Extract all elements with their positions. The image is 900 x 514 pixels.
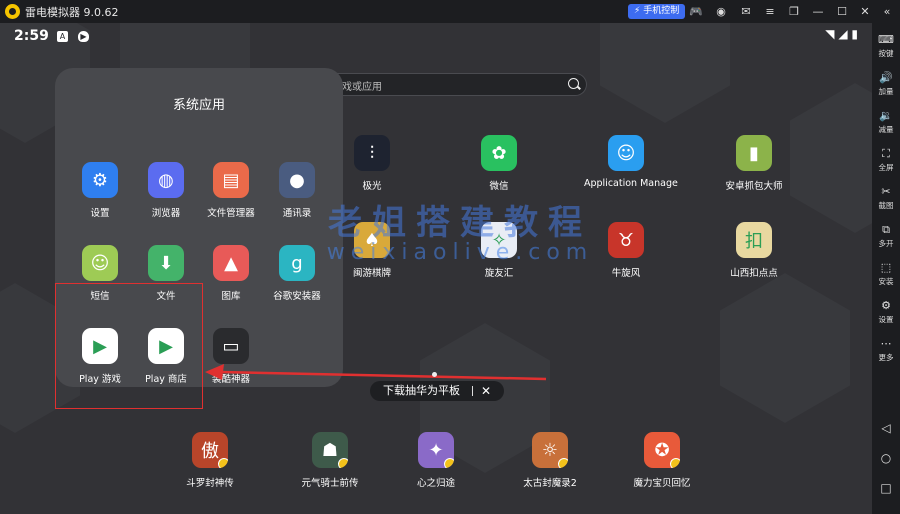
sidebar-item-label: 更多 [878,353,894,362]
dock-app[interactable]: ☼ 太古封魔录2 [508,432,592,489]
taigu-icon: ☼ [532,432,568,468]
volume-up-icon: 🔊 [879,71,893,84]
volume-down-icon: 🔉 [879,109,893,122]
keyboard-icon: ⌨ [878,33,894,46]
dock-app-label: 魔力宝贝回忆 [633,478,691,489]
tooltip-close-icon[interactable]: ✕ [481,381,491,401]
dock-app-label: 心之归途 [416,478,455,489]
dock-app-label: 太古封魔录2 [523,478,577,489]
back-nav-icon[interactable]: ◁ [872,421,900,435]
sidebar-item-label: 减量 [878,125,894,134]
sidebar-item-label: 设置 [878,315,894,324]
sidebar-item-volume-down[interactable]: 🔉 减量 [872,109,900,135]
sidebar-item-label: 全屏 [878,163,894,172]
dock-app-label: 元气骑士前传 [301,478,359,489]
sidebar-item-volume-up[interactable]: 🔊 加量 [872,71,900,97]
sidebar-item-apk[interactable]: ⬚ 安装 [872,261,900,287]
home-nav-icon[interactable]: ○ [872,451,900,465]
gear-icon: ⚙ [881,299,891,312]
sidebar-item-label: 多开 [878,239,894,248]
sidebar-item-label: 加量 [878,87,894,96]
sidebar-item-label: 按键 [878,49,894,58]
scissors-icon: ✂ [881,185,891,198]
download-badge-icon [558,458,568,468]
download-badge-icon [670,458,680,468]
apk-icon: ⬚ [880,261,892,274]
dock-app[interactable]: ✪ 魔力宝贝回忆 [620,432,704,489]
heart-path-icon: ✦ [418,432,454,468]
recents-nav-icon[interactable]: □ [872,481,900,495]
dock-app[interactable]: ☗ 元气骑士前传 [288,432,372,489]
promo-tooltip[interactable]: 下载抽华为平板 ✕ [370,381,504,401]
douluo-icon: 傲 [192,432,228,468]
sidebar-item-gear[interactable]: ⚙ 设置 [872,299,900,325]
dock-app[interactable]: ✦ 心之归途 [394,432,478,489]
magic-baby-icon: ✪ [644,432,680,468]
sidebar-item-keyboard[interactable]: ⌨ 按键 [872,33,900,59]
tooltip-divider [472,386,473,396]
fullscreen-icon: ⛶ [882,147,890,160]
soul-knight-icon: ☗ [312,432,348,468]
more-icon: ⋯ [880,337,892,350]
sidebar-item-label: 截图 [878,201,894,210]
tooltip-text: 下载抽华为平板 [383,384,460,397]
sidebar-item-fullscreen[interactable]: ⛶ 全屏 [872,147,900,173]
multi-instance-icon: ⧉ [882,223,890,236]
sidebar-item-scissors[interactable]: ✂ 截图 [872,185,900,211]
sidebar-item-label: 安装 [878,277,894,286]
download-badge-icon [218,458,228,468]
download-badge-icon [444,458,454,468]
sidebar-item-multi-instance[interactable]: ⧉ 多开 [872,223,900,249]
dock-app[interactable]: 傲斗罗封神传 [168,432,252,489]
download-badge-icon [338,458,348,468]
dock-app-label: 斗罗封神传 [186,478,234,489]
right-toolbar: ⌨ 按键 🔊 加量 🔉 减量 ⛶ 全屏 ✂ 截图 ⧉ 多开 ⬚ 安装 ⚙ 设置 ⋯ 更多 ◁ ○ □ [872,23,900,514]
page-indicator [432,372,437,377]
sidebar-item-more[interactable]: ⋯ 更多 [872,337,900,363]
